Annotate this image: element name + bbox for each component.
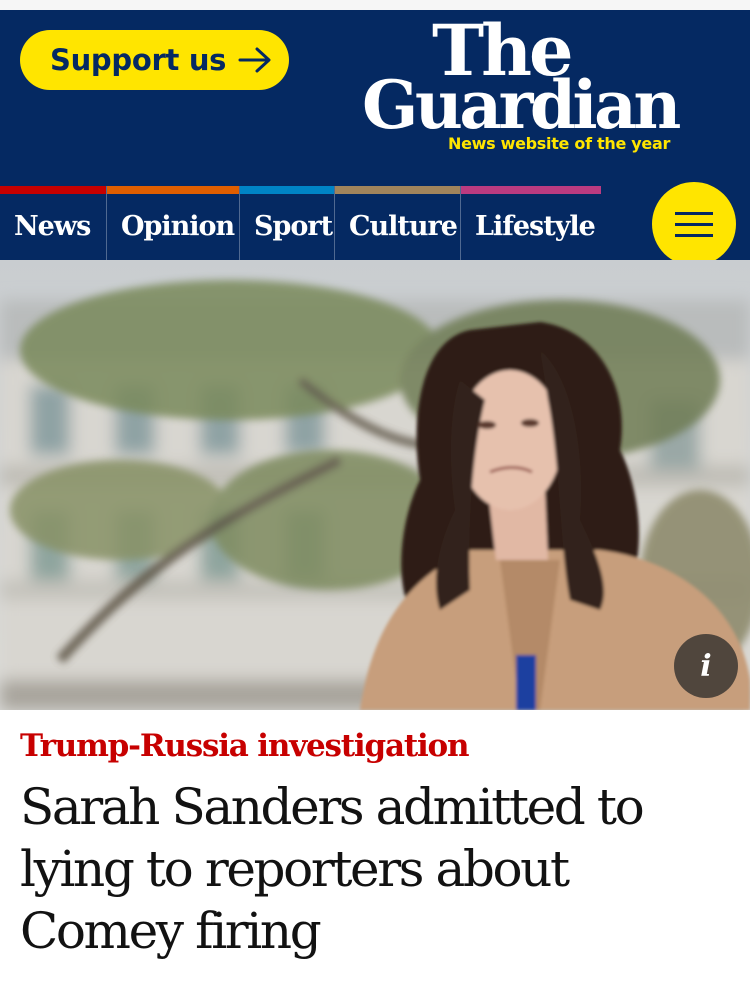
nav-culture-color-bar (335, 186, 460, 194)
nav-lifestyle-color-bar (461, 186, 601, 194)
nav-item-label: Lifestyle (475, 210, 596, 242)
main-nav: News Opinion Sport Culture Lifestyle (0, 186, 750, 260)
arrow-right-icon (238, 47, 272, 73)
support-us-button[interactable]: Support us (20, 30, 289, 90)
nav-item-opinion[interactable]: Opinion (107, 186, 240, 260)
hamburger-menu-icon (675, 233, 713, 237)
logo-line-2: Guardian (362, 66, 681, 144)
article-kicker[interactable]: Trump-Russia investigation (20, 728, 470, 764)
top-strip (0, 0, 750, 10)
menu-button[interactable] (652, 182, 736, 266)
hero-photo (0, 260, 750, 710)
hamburger-menu-icon (675, 222, 713, 226)
info-icon: i (700, 648, 712, 684)
guardian-logo[interactable]: The Guardian News website of the year (362, 16, 712, 156)
article-hero-image[interactable] (0, 260, 750, 710)
nav-opinion-color-bar (107, 186, 239, 194)
nav-item-sport[interactable]: Sport (240, 186, 335, 260)
nav-item-label: Opinion (121, 210, 235, 242)
support-us-label: Support us (50, 43, 227, 77)
article-headline[interactable]: Sarah Sanders admitted to lying to repor… (20, 776, 740, 962)
nav-item-label: Sport (254, 210, 333, 242)
nav-item-label: News (14, 210, 91, 242)
nav-item-lifestyle[interactable]: Lifestyle (461, 186, 601, 260)
nav-sport-color-bar (240, 186, 334, 194)
nav-news-color-bar (0, 186, 106, 194)
hamburger-menu-icon (675, 211, 713, 215)
image-info-button[interactable]: i (674, 634, 738, 698)
nav-item-news[interactable]: News (0, 186, 107, 260)
nav-item-label: Culture (349, 210, 458, 242)
nav-item-culture[interactable]: Culture (335, 186, 461, 260)
logo-tagline: News website of the year (448, 134, 671, 153)
